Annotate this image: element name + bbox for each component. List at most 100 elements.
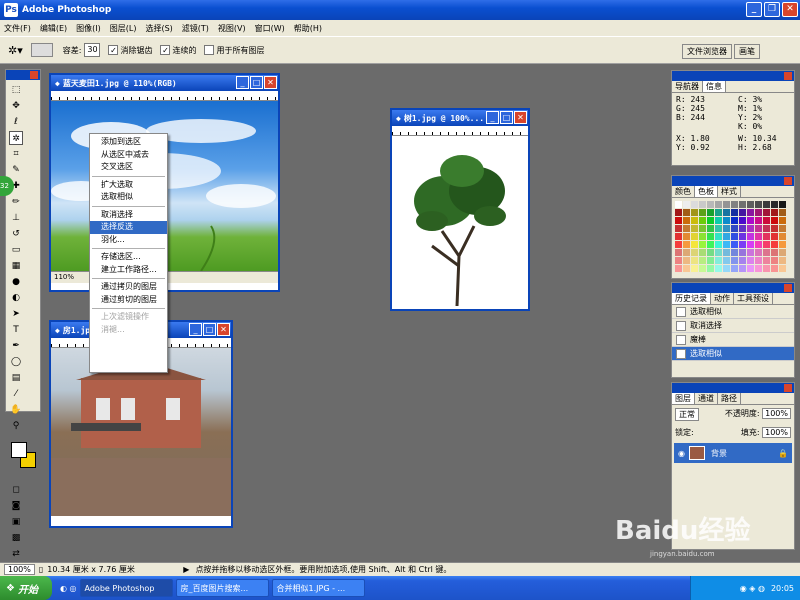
- eraser-tool-icon[interactable]: ▭: [9, 243, 23, 257]
- magic-wand-icon[interactable]: ✲▾: [8, 44, 23, 57]
- color-swatch[interactable]: [691, 241, 698, 248]
- color-swatch[interactable]: [699, 225, 706, 232]
- quicklaunch-icon[interactable]: ◐ ◎: [60, 584, 77, 593]
- color-swatch[interactable]: [707, 257, 714, 264]
- color-swatch[interactable]: [731, 209, 738, 216]
- task-baidu-search[interactable]: 房_百度图片搜索...: [175, 579, 269, 597]
- color-swatch[interactable]: [715, 233, 722, 240]
- color-swatch[interactable]: [675, 249, 682, 256]
- minimize-button[interactable]: _: [746, 2, 762, 17]
- screen-mode-icon[interactable]: ▣: [9, 515, 23, 529]
- pen-tool-icon[interactable]: ✒: [9, 339, 23, 353]
- menu-edit[interactable]: 编辑(E): [40, 23, 67, 34]
- doc-minimize-button[interactable]: _: [236, 76, 249, 89]
- slice-tool-icon[interactable]: ✎: [9, 163, 23, 177]
- color-swatch[interactable]: [763, 225, 770, 232]
- color-swatch[interactable]: [691, 265, 698, 272]
- move-tool-icon[interactable]: ✥: [9, 99, 23, 113]
- color-swatch[interactable]: [771, 249, 778, 256]
- color-swatch[interactable]: [739, 233, 746, 240]
- tab-navigator[interactable]: 导航器: [672, 81, 703, 92]
- tray-icons[interactable]: ◉ ◈ ◍: [740, 584, 765, 593]
- color-swatch[interactable]: [723, 209, 730, 216]
- fullscreen-mode-icon[interactable]: ▩: [9, 531, 23, 545]
- color-swatch[interactable]: [707, 209, 714, 216]
- color-swatch[interactable]: [715, 265, 722, 272]
- fill-field[interactable]: 100%: [762, 427, 791, 438]
- standard-mode-icon[interactable]: ◻: [9, 483, 23, 497]
- color-swatch[interactable]: [707, 217, 714, 224]
- color-swatch[interactable]: [755, 209, 762, 216]
- color-swatch[interactable]: [699, 217, 706, 224]
- doc-maximize-button[interactable]: □: [500, 111, 513, 124]
- color-swatch[interactable]: [739, 249, 746, 256]
- color-swatch[interactable]: [699, 257, 706, 264]
- color-swatch[interactable]: [731, 217, 738, 224]
- color-swatch[interactable]: [755, 257, 762, 264]
- tab-actions[interactable]: 动作: [711, 293, 734, 304]
- eyedropper-tool-icon[interactable]: ⁄: [9, 387, 23, 401]
- color-swatch[interactable]: [739, 265, 746, 272]
- tab-history[interactable]: 历史记录: [672, 293, 711, 304]
- tab-styles[interactable]: 样式: [718, 186, 741, 197]
- color-swatch[interactable]: [691, 217, 698, 224]
- ctx-add-to-selection[interactable]: 添加到选区: [90, 136, 167, 149]
- lasso-tool-icon[interactable]: ℓ: [9, 115, 23, 129]
- color-swatch[interactable]: [739, 209, 746, 216]
- color-swatch[interactable]: [707, 201, 714, 208]
- color-swatch[interactable]: [731, 257, 738, 264]
- tab-info[interactable]: 信息: [703, 81, 726, 92]
- color-swatch[interactable]: [763, 249, 770, 256]
- color-swatch[interactable]: [723, 233, 730, 240]
- ctx-similar[interactable]: 选取相似: [90, 191, 167, 204]
- color-swatch[interactable]: [739, 241, 746, 248]
- color-swatch[interactable]: [707, 249, 714, 256]
- color-swatch[interactable]: [771, 241, 778, 248]
- color-swatch[interactable]: [675, 265, 682, 272]
- hand-tool-icon[interactable]: ✋: [9, 403, 23, 417]
- task-image-file[interactable]: 合并相似1.JPG - ...: [271, 579, 365, 597]
- color-swatch[interactable]: [755, 265, 762, 272]
- doc-close-button[interactable]: ✕: [514, 111, 527, 124]
- color-swatch[interactable]: [675, 257, 682, 264]
- doc-close-button[interactable]: ✕: [264, 76, 277, 89]
- color-swatch[interactable]: [747, 233, 754, 240]
- color-swatch[interactable]: [707, 233, 714, 240]
- selection-mode-new[interactable]: [30, 43, 53, 57]
- menu-image[interactable]: 图像(I): [76, 23, 101, 34]
- history-item[interactable]: 取消选择: [672, 319, 794, 333]
- tab-color[interactable]: 颜色: [672, 186, 695, 197]
- color-swatch[interactable]: [771, 209, 778, 216]
- color-swatch[interactable]: [723, 249, 730, 256]
- color-swatch[interactable]: [723, 201, 730, 208]
- menu-window[interactable]: 窗口(W): [255, 23, 285, 34]
- color-swatch[interactable]: [675, 233, 682, 240]
- color-swatch[interactable]: [779, 257, 786, 264]
- brush-tool-icon[interactable]: ✏: [9, 195, 23, 209]
- tab-channels[interactable]: 通道: [695, 393, 718, 404]
- type-tool-icon[interactable]: T: [9, 323, 23, 337]
- color-swatch[interactable]: [731, 225, 738, 232]
- menu-select[interactable]: 选择(S): [145, 23, 172, 34]
- color-swatch[interactable]: [707, 241, 714, 248]
- jump-to-imageready-icon[interactable]: ⇄: [9, 547, 23, 561]
- gradient-tool-icon[interactable]: ▦: [9, 259, 23, 273]
- layer-row-background[interactable]: ◉ 背景 🔒: [674, 443, 792, 463]
- color-swatch[interactable]: [771, 233, 778, 240]
- notes-tool-icon[interactable]: ▤: [9, 371, 23, 385]
- color-swatch[interactable]: [731, 265, 738, 272]
- color-swatch[interactable]: [755, 201, 762, 208]
- all-layers-checkbox[interactable]: [204, 45, 215, 55]
- color-swatch[interactable]: [771, 265, 778, 272]
- ctx-grow[interactable]: 扩大选取: [90, 179, 167, 192]
- color-swatch[interactable]: [731, 241, 738, 248]
- color-swatch[interactable]: [715, 249, 722, 256]
- color-swatch[interactable]: [747, 201, 754, 208]
- color-swatch[interactable]: [699, 233, 706, 240]
- color-swatch[interactable]: [723, 217, 730, 224]
- shape-tool-icon[interactable]: ◯: [9, 355, 23, 369]
- color-swatch[interactable]: [731, 249, 738, 256]
- color-swatch[interactable]: [691, 249, 698, 256]
- ctx-intersect-selection[interactable]: 交叉选区: [90, 161, 167, 174]
- color-swatch[interactable]: [715, 209, 722, 216]
